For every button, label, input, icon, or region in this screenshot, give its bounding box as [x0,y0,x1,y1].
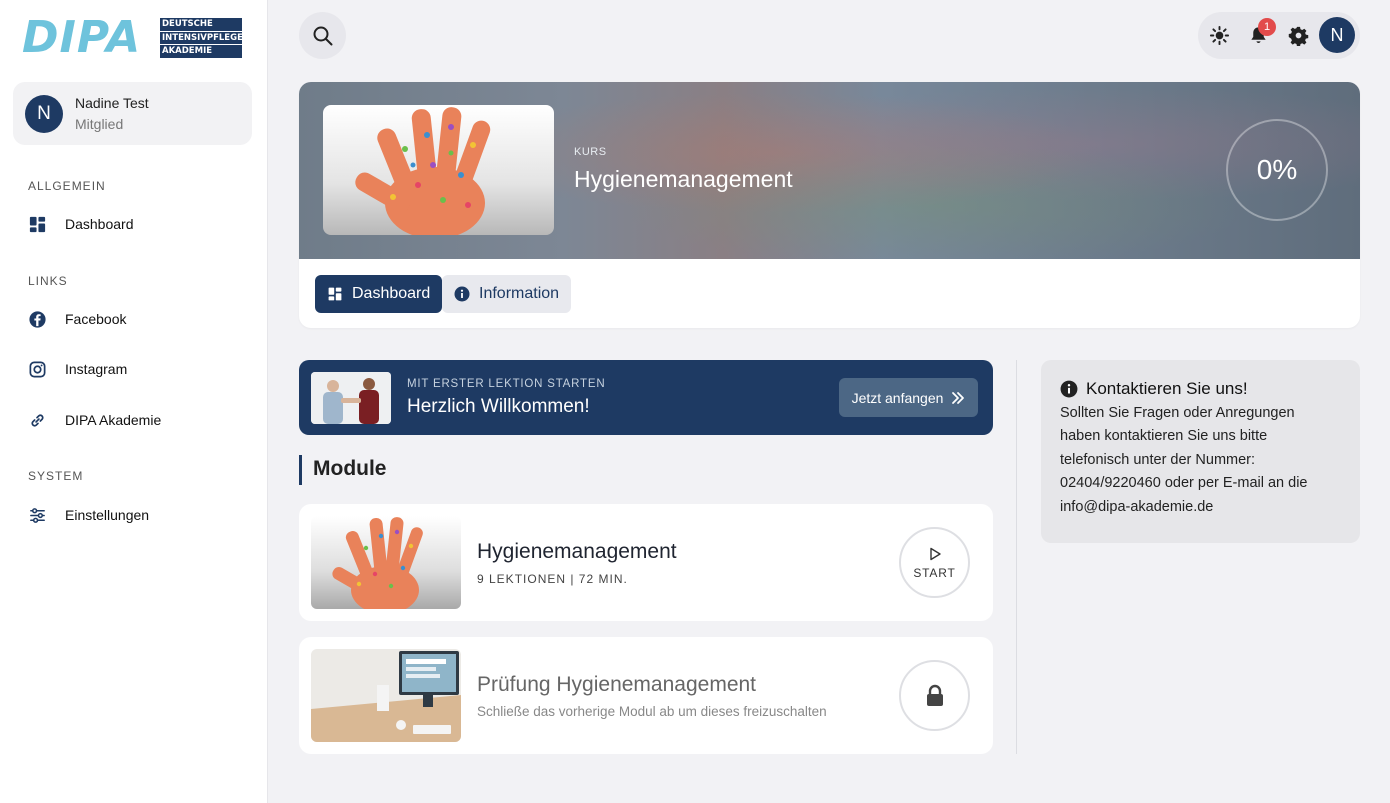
notification-badge: 1 [1258,18,1276,36]
sidebar-item-dipa-akademie[interactable]: DIPA Akademie [28,405,248,435]
module-locked-indicator [899,660,970,731]
logo-line: DEUTSCHE [160,18,242,31]
info-icon [454,286,470,302]
welcome-image [311,372,391,424]
column-divider [1016,360,1017,754]
contact-title: Kontaktieren Sie uns! [1086,379,1248,398]
course-header-card: KURS Hygienemanagement 0% Dashboard Info… [299,82,1360,328]
module-card[interactable]: Hygienemanagement 9 LEKTIONEN | 72 MIN. … [299,504,993,621]
tab-dashboard[interactable]: Dashboard [315,275,443,313]
course-title: Hygienemanagement [574,166,793,192]
start-now-label: Jetzt anfangen [851,389,944,406]
sliders-icon [30,507,45,523]
modules-heading: Module [299,455,387,485]
sidebar-item-facebook[interactable]: Facebook [28,304,248,334]
gear-icon[interactable] [1288,25,1309,46]
info-icon [1060,380,1078,398]
course-label: KURS [574,146,607,158]
user-avatar: N [25,95,63,133]
logo-wordmark: DIPA [22,12,142,63]
start-lesson-banner[interactable]: MIT ERSTER LEKTION STARTEN Herzlich Will… [299,360,993,435]
contact-line: haben kontaktieren Sie uns bitte [1060,428,1268,445]
contact-line: Sollten Sie Fragen oder Anregungen [1060,405,1295,421]
user-card[interactable]: N Nadine Test Mitglied [13,82,252,145]
logo-subtitle-box: DEUTSCHE INTENSIVPFLEGE AKADEMIE [160,18,242,59]
module-card-locked: Prüfung Hygienemanagement Schließe das v… [299,637,993,754]
contact-email-link[interactable]: info@dipa-akademie.de [1060,496,1341,519]
section-title-system: SYSTEM [28,469,84,483]
sidebar-item-label: Facebook [65,311,127,327]
dashboard-icon [328,287,342,301]
course-progress: 0% [1226,119,1328,221]
section-title-links: LINKS [28,274,68,288]
module-meta: 9 LEKTIONEN | 72 MIN. [477,572,628,586]
module-image [311,516,461,609]
sidebar-item-instagram[interactable]: Instagram [28,354,248,384]
tab-information[interactable]: Information [442,275,572,313]
module-title: Prüfung Hygienemanagement [477,673,757,696]
tab-label: Dashboard [352,285,431,302]
dipa-logo[interactable]: DIPA DEUTSCHE INTENSIVPFLEGE AKADEMIE [22,14,244,62]
instagram-icon [29,361,46,377]
logo-line: INTENSIVPFLEGE [160,31,242,44]
play-icon [929,547,941,560]
sidebar-item-dashboard[interactable]: Dashboard [28,209,248,239]
search-button[interactable] [299,12,346,59]
module-lock-hint: Schließe das vorherige Modul ab um diese… [477,704,827,719]
sidebar-item-label: DIPA Akademie [65,412,162,428]
search-icon [313,26,332,45]
profile-avatar[interactable]: N [1319,17,1355,53]
sidebar-item-label: Instagram [65,361,128,377]
double-chevron-right-icon [952,391,965,404]
sidebar-item-label: Dashboard [65,216,134,232]
contact-line: telefonisch unter der Nummer: [1060,451,1256,468]
sidebar-item-label: Einstellungen [65,507,150,523]
sidebar: DIPA DEUTSCHE INTENSIVPFLEGE AKADEMIE N … [0,0,268,803]
user-name: Nadine Test [75,95,149,111]
sidebar-item-einstellungen[interactable]: Einstellungen [28,500,248,530]
user-role: Mitglied [75,116,124,132]
hand-bacteria-illustration [355,107,491,235]
tab-label: Information [479,285,560,302]
start-now-button[interactable]: Jetzt anfangen [839,378,978,417]
course-hero-banner: KURS Hygienemanagement 0% [299,82,1360,259]
contact-text: Sollten Sie Fragen oder Anregungen haben… [1060,402,1341,519]
module-start-button[interactable]: START [899,527,970,598]
lock-icon [926,684,943,706]
course-image [323,105,554,235]
dashboard-icon [29,216,46,232]
module-start-label: START [913,565,956,580]
module-image [311,649,461,742]
logo-line: AKADEMIE [160,45,242,58]
facebook-icon [29,310,46,328]
section-title-allgemein: ALLGEMEIN [28,179,106,193]
start-banner-subtitle: MIT ERSTER LEKTION STARTEN [407,378,606,390]
contact-phone: 02404/9220460 oder per E-mail an die [1060,475,1308,492]
module-title: Hygienemanagement [477,540,677,563]
theme-toggle-icon[interactable] [1209,25,1230,46]
link-icon [31,413,44,427]
contact-box: Kontaktieren Sie uns! Sollten Sie Fragen… [1041,360,1360,543]
start-banner-title: Herzlich Willkommen! [407,396,590,417]
